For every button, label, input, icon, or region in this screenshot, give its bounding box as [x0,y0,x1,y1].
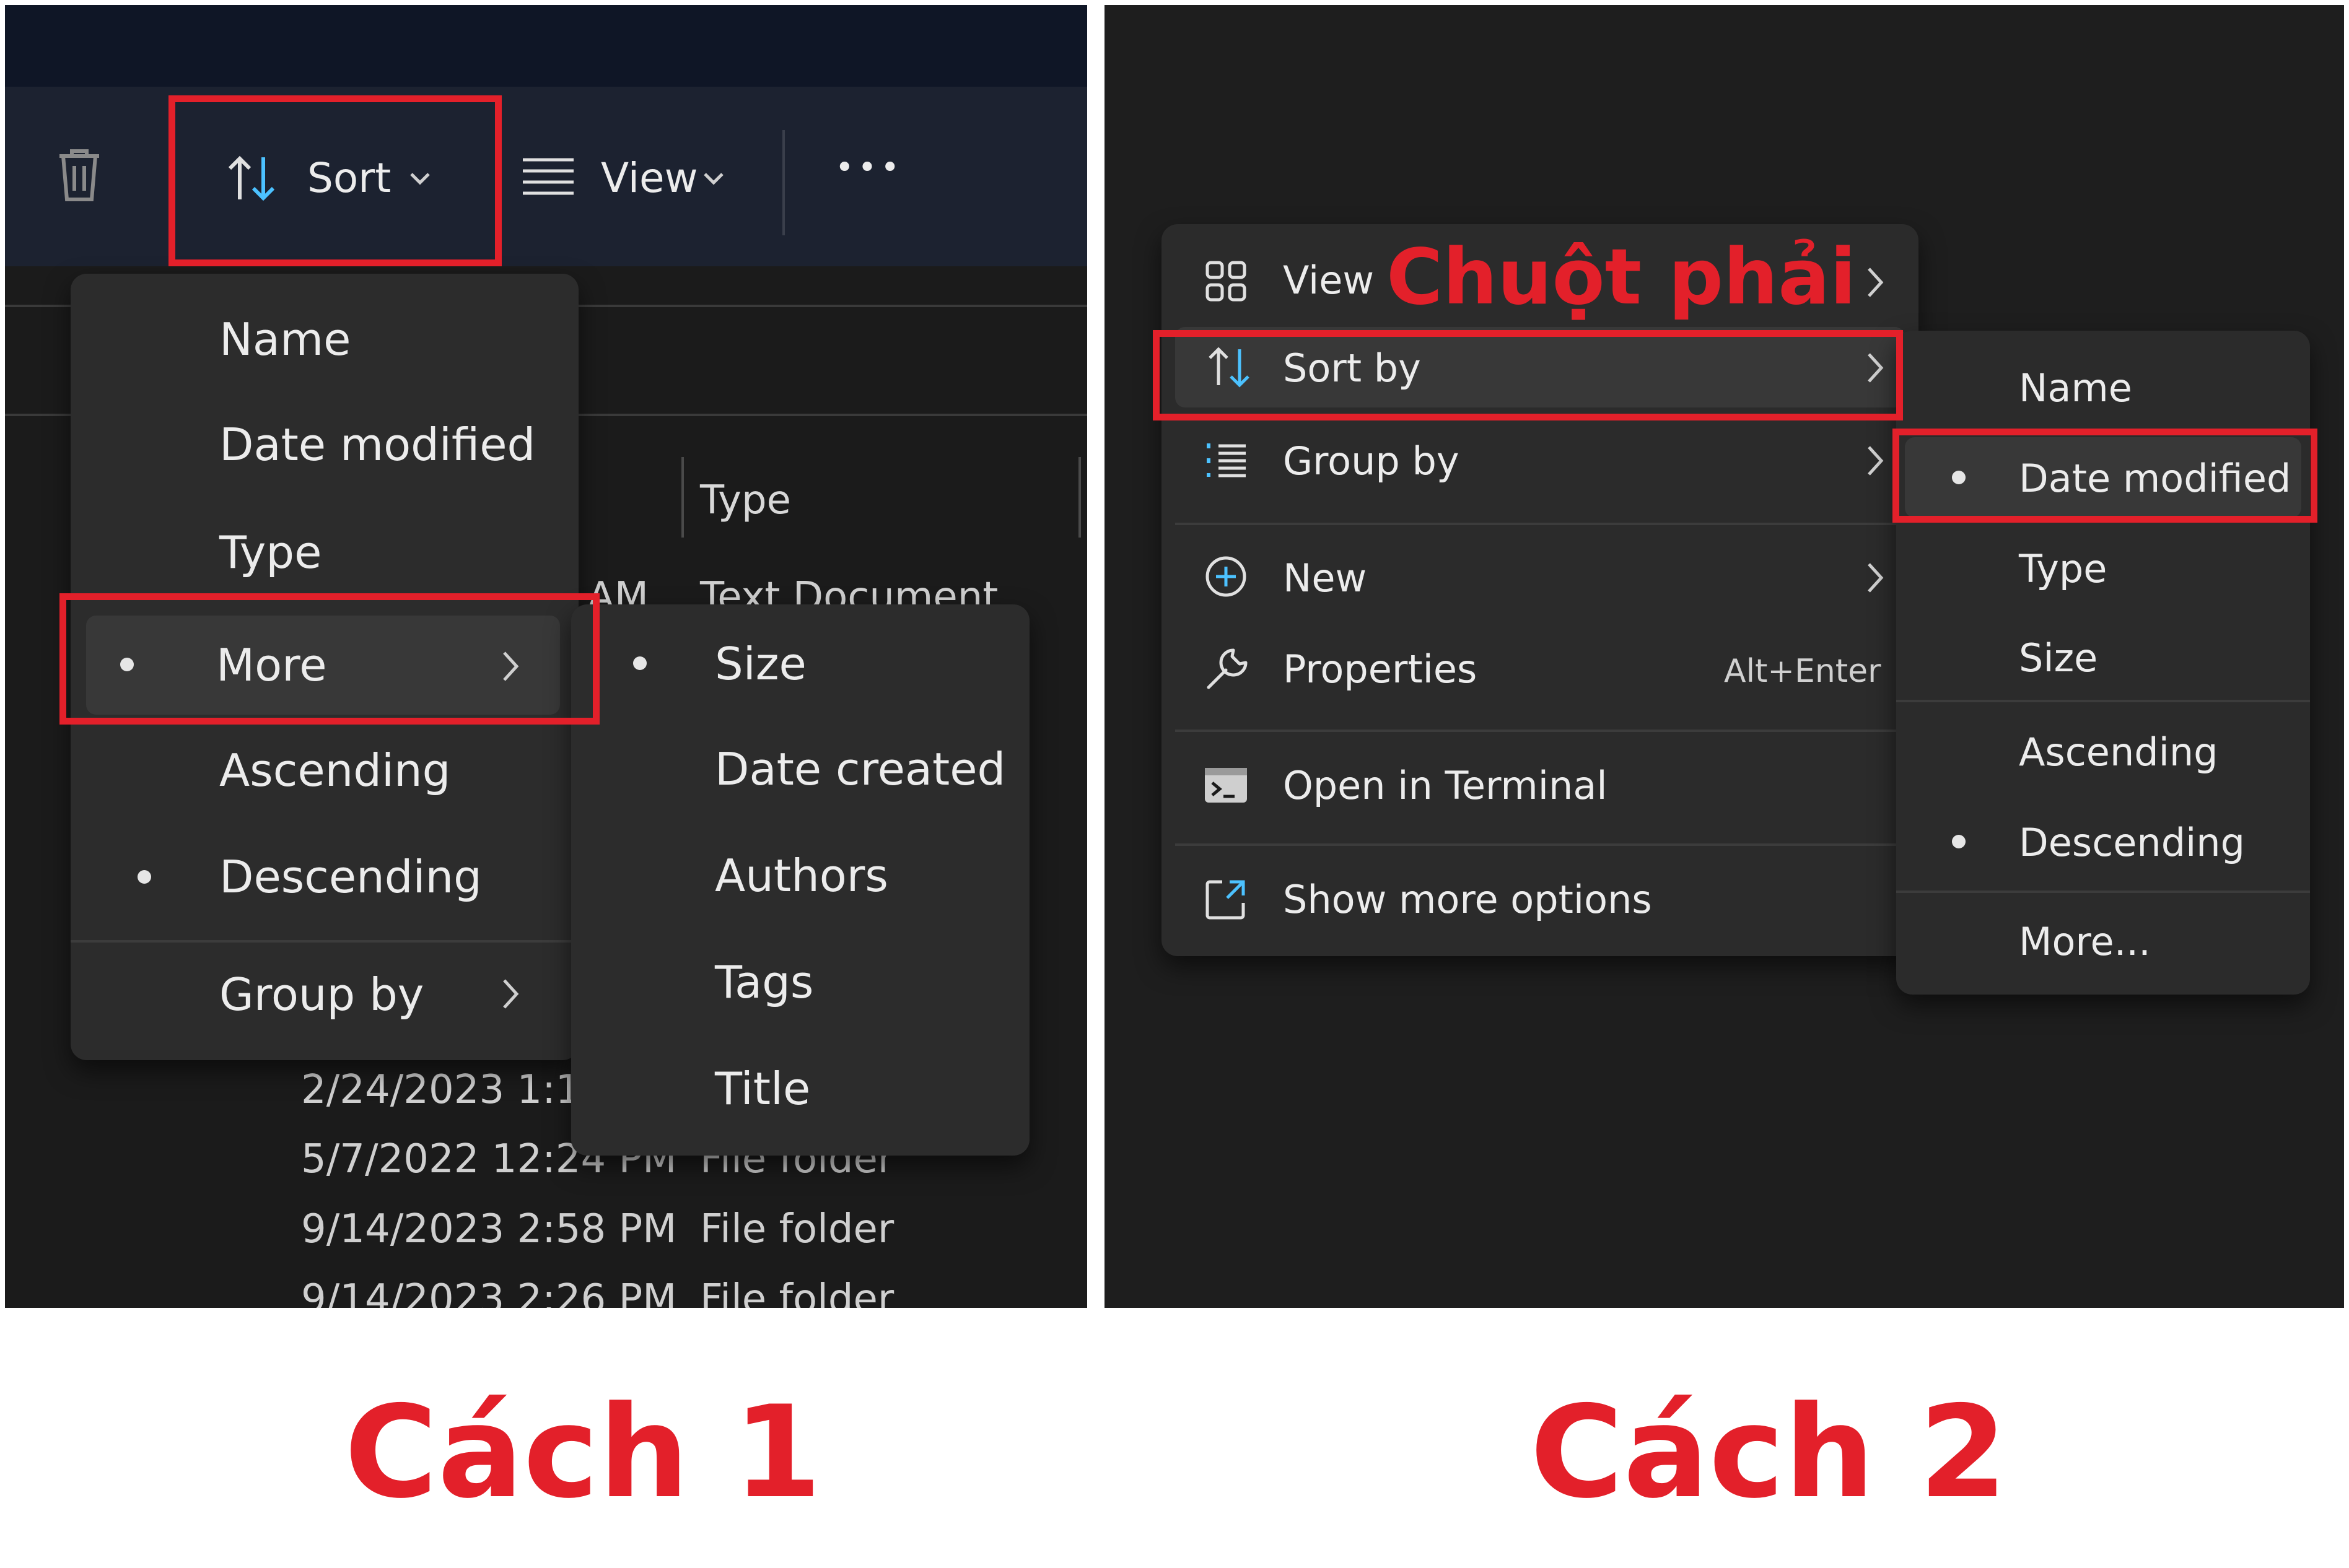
sort-option-descending[interactable]: Descending [1896,801,2310,882]
selected-dot-icon [138,870,151,884]
context-item-new[interactable]: New [1161,537,1918,617]
highlight-sort-by [1153,330,1903,420]
menu-item-label: Show more options [1283,877,1652,922]
show-more-options-icon [1205,880,1245,920]
sort-option-type[interactable]: Type [71,512,579,592]
toolbar-divider [782,130,785,235]
chevron-down-icon [704,173,724,185]
menu-item-label: Group by [219,969,424,1021]
menu-separator [1896,891,2310,893]
selected-dot-icon [1952,835,1966,848]
right-screenshot-panel: View Sort by Group by New Properties Alt… [1105,5,2344,1308]
menu-item-label: Name [219,313,351,365]
left-screenshot-panel: Sort View ••• Type AM Text Document 2/24… [5,5,1087,1308]
sort-option-ascending[interactable]: Ascending [71,730,579,810]
table-row[interactable]: 9/14/2023 2:58 PM File folder [5,1197,1087,1265]
sort-option-type[interactable]: Type [1896,528,2310,608]
sort-option-authors[interactable]: Authors [571,835,1030,915]
menu-item-label: Open in Terminal [1283,763,1608,808]
file-type: File folder [700,1206,895,1252]
trash-icon[interactable] [55,147,104,203]
grid-icon [1205,261,1246,302]
sort-option-group-by[interactable]: Group by [71,954,579,1034]
group-list-icon [1207,443,1246,477]
toolbar: Sort View ••• [5,87,1087,266]
file-date: 9/14/2023 2:26 PM [301,1276,677,1308]
sort-option-name[interactable]: Name [71,298,579,379]
menu-item-label: Tags [715,956,814,1008]
menu-item-label: More... [2019,919,2151,964]
file-date: 9/14/2023 2:58 PM [301,1206,677,1252]
caption-method-1: Cách 1 [344,1379,822,1527]
chevron-right-icon [1868,446,1884,476]
selected-dot-icon [633,656,647,670]
menu-item-label: Ascending [2019,730,2218,775]
column-header-type[interactable]: Type [700,481,791,520]
menu-separator [1175,843,1905,846]
file-date: 2/24/2023 1:17 [301,1067,606,1113]
sort-option-size[interactable]: Size [1896,617,2310,697]
context-item-show-more-options[interactable]: Show more options [1161,858,1918,939]
menu-item-label: Descending [2019,820,2245,865]
terminal-icon [1205,768,1247,803]
plus-circle-icon [1205,556,1246,597]
sort-option-date-created[interactable]: Date created [571,728,1030,809]
sort-option-more[interactable]: More... [1896,900,2310,981]
menu-item-label: Authors [715,850,888,902]
sort-option-descending[interactable]: Descending [71,836,579,917]
menu-item-label: Properties [1283,647,1477,692]
menu-separator [1896,700,2310,702]
context-item-group-by[interactable]: Group by [1161,420,1918,500]
context-item-properties[interactable]: Properties Alt+Enter [1161,628,1918,708]
menu-separator [71,940,579,943]
menu-separator [1175,730,1905,732]
menu-item-label: New [1283,555,1367,601]
chevron-right-icon [1868,563,1884,593]
menu-item-label: View [1283,258,1375,303]
panel-divider [1087,0,1105,1308]
menu-item-label: Descending [219,851,482,903]
sort-option-title[interactable]: Title [571,1048,1030,1128]
caption-method-2: Cách 2 [1530,1379,2008,1527]
menu-item-label: Ascending [219,744,451,796]
menu-item-label: Type [2019,546,2107,591]
menu-item-label: Date modified [219,419,536,471]
highlight-sort-button [168,95,502,266]
wrench-icon [1207,648,1248,689]
sort-option-name[interactable]: Name [1896,347,2310,427]
sort-option-size[interactable]: Size [571,623,1030,703]
menu-item-label: Size [715,638,807,690]
caption-area: Cách 1 Cách 2 [0,1308,2349,1568]
shortcut-label: Alt+Enter [1724,653,1881,690]
more-dots-icon[interactable]: ••• [835,152,903,184]
column-separator [1078,457,1081,538]
chevron-right-icon [503,979,519,1009]
menu-item-label: Type [219,526,322,578]
sort-option-ascending[interactable]: Ascending [1896,711,2310,791]
menu-item-label: Size [2019,635,2098,681]
annotation-right-click: Chuột phải [1386,233,1857,322]
menu-item-label: Name [2019,365,2132,411]
table-row[interactable]: 9/14/2023 2:26 PM File folder [5,1267,1087,1308]
menu-item-label: Group by [1283,438,1459,484]
file-type: File folder [700,1276,895,1308]
view-lines-icon [523,158,574,195]
view-button[interactable]: View [513,124,748,229]
highlight-date-modified [1892,429,2317,523]
context-item-open-terminal[interactable]: Open in Terminal [1161,744,1918,825]
sort-option-date-modified[interactable]: Date modified [71,404,579,484]
chevron-right-icon [1868,268,1884,297]
view-label: View [601,154,698,202]
menu-separator [1175,523,1905,525]
column-separator [681,457,684,538]
menu-item-label: Title [715,1063,811,1115]
highlight-more-item [59,593,600,725]
title-strip [5,5,1087,87]
sort-option-tags[interactable]: Tags [571,941,1030,1022]
menu-item-label: Date created [715,743,1006,795]
more-submenu: Size Date created Authors Tags Title [571,604,1030,1156]
